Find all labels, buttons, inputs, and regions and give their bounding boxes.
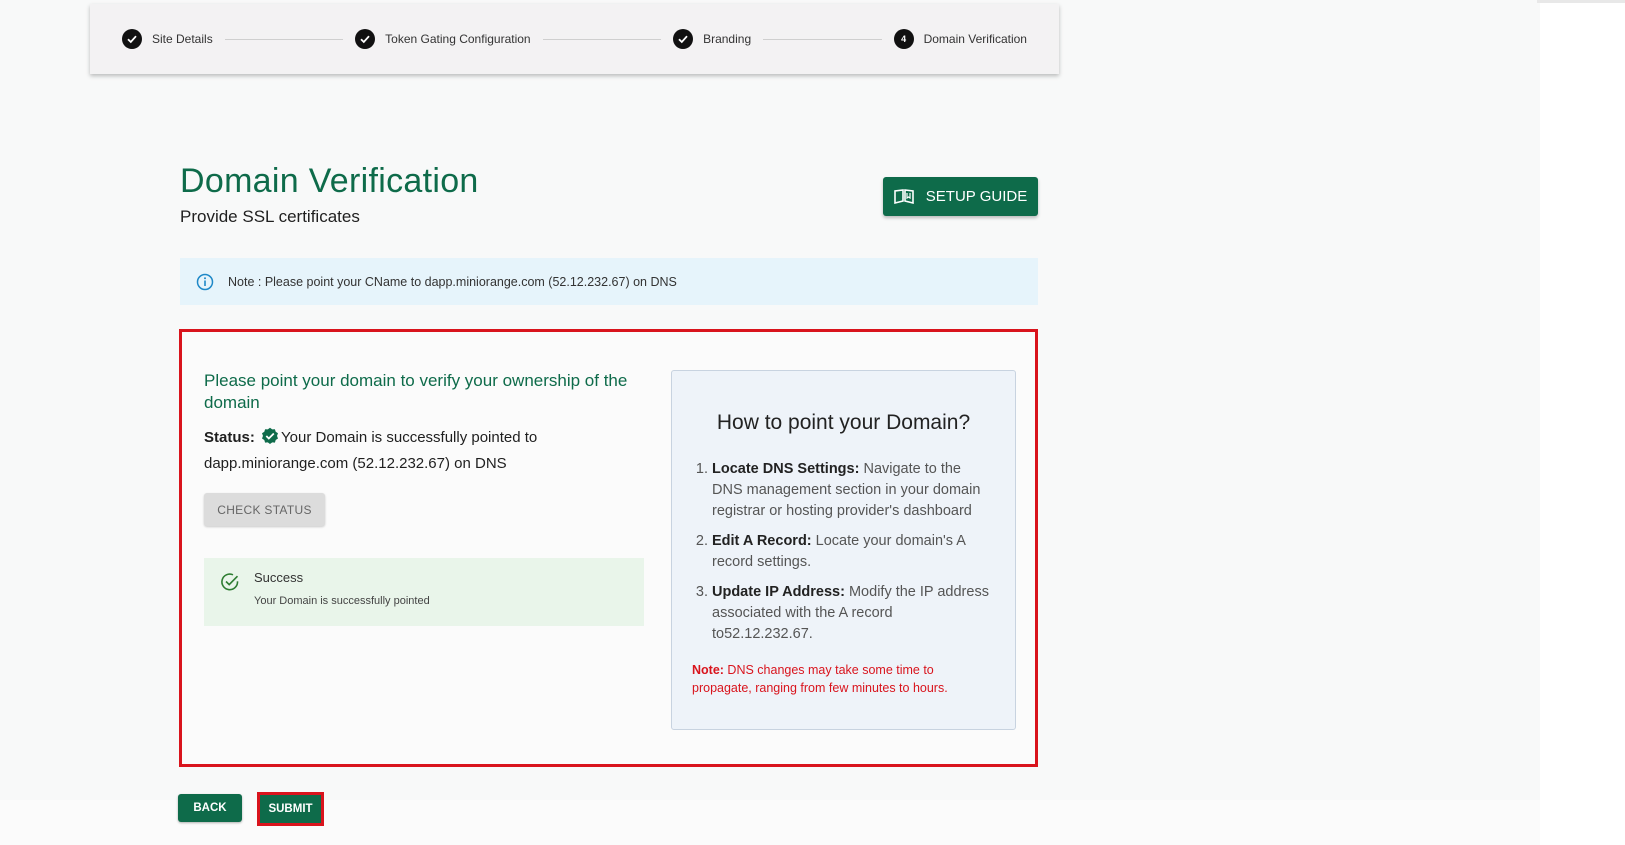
how-to-title: How to point your Domain? — [716, 411, 971, 434]
info-icon — [196, 273, 214, 291]
status-label: Status: — [204, 429, 255, 446]
success-message: Your Domain is successfully pointed — [254, 595, 430, 607]
success-alert: Success Your Domain is successfully poin… — [204, 558, 644, 626]
step-label: Domain Verification — [923, 32, 1027, 46]
step-token-gating[interactable]: Token Gating Configuration — [355, 29, 531, 49]
how-to-steps: Locate DNS Settings: Navigate to the DNS… — [692, 459, 995, 645]
dns-note: Note: DNS changes may take some time to … — [692, 661, 995, 697]
step-branding[interactable]: Branding — [673, 29, 751, 49]
list-item: Locate DNS Settings: Navigate to the DNS… — [712, 459, 995, 522]
page-title: Domain Verification — [180, 162, 479, 200]
book-icon — [893, 188, 914, 205]
info-banner-text: Note : Please point your CName to dapp.m… — [228, 274, 677, 289]
step-connector — [542, 38, 662, 40]
info-banner: Note : Please point your CName to dapp.m… — [180, 258, 1038, 305]
status-line: Status: Your Domain is successfully poin… — [204, 426, 644, 475]
step-connector — [763, 38, 882, 40]
how-to-card: How to point your Domain? Locate DNS Set… — [671, 370, 1016, 730]
check-icon — [355, 29, 376, 49]
step-number: 4 — [893, 29, 914, 49]
step-domain-verification[interactable]: 4 Domain Verification — [893, 29, 1027, 49]
verified-badge-icon — [261, 427, 279, 452]
dns-note-text: DNS changes may take some time to propag… — [692, 663, 948, 695]
step-connector — [224, 38, 344, 40]
check-icon — [673, 29, 694, 49]
check-status-button[interactable]: CHECK STATUS — [204, 493, 325, 526]
corner-divider — [1537, 0, 1625, 3]
step-heading: Edit A Record: — [712, 533, 812, 549]
check-icon — [122, 29, 142, 49]
list-item: Update IP Address: Modify the IP address… — [712, 582, 995, 645]
verify-section: Please point your domain to verify your … — [204, 370, 644, 626]
progress-stepper: Site Details Token Gating Configuration … — [90, 4, 1059, 74]
setup-guide-button[interactable]: SETUP GUIDE — [883, 177, 1038, 216]
submit-button[interactable]: SUBMIT — [260, 795, 321, 823]
step-heading: Locate DNS Settings: — [712, 461, 860, 477]
submit-highlight: SUBMIT — [257, 792, 324, 826]
check-circle-icon — [220, 572, 240, 614]
verify-heading: Please point your domain to verify your … — [204, 371, 628, 412]
step-label: Token Gating Configuration — [385, 32, 531, 46]
step-label: Site Details — [152, 32, 213, 46]
success-title: Success — [254, 570, 304, 585]
dns-note-label: Note: — [692, 663, 724, 677]
step-heading: Update IP Address: — [712, 584, 845, 600]
page-subtitle: Provide SSL certificates — [180, 207, 360, 226]
list-item: Edit A Record: Locate your domain's A re… — [712, 531, 995, 573]
setup-guide-label: SETUP GUIDE — [925, 188, 1028, 205]
step-site-details[interactable]: Site Details — [122, 29, 213, 49]
domain-verification-panel: Please point your domain to verify your … — [179, 329, 1038, 767]
back-button[interactable]: BACK — [178, 794, 242, 822]
step-label: Branding — [703, 32, 752, 46]
